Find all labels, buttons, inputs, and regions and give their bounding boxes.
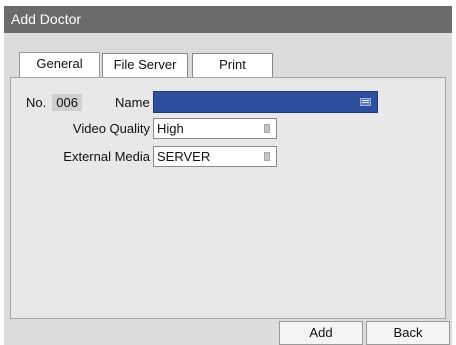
name-input-value [154, 94, 158, 109]
dropdown-icon [264, 124, 270, 133]
tab-file-server[interactable]: File Server [102, 53, 188, 77]
window-title: Add Doctor [4, 6, 452, 33]
back-button[interactable]: Back [366, 321, 450, 345]
external-media-row: External Media [4, 146, 150, 167]
keyboard-icon[interactable] [360, 98, 371, 106]
add-doctor-dialog: Add Doctor General File Server Print No.… [4, 6, 452, 345]
number-value: 006 [52, 93, 82, 111]
name-row: Name [115, 92, 150, 112]
video-quality-value: High [157, 121, 184, 136]
tab-print[interactable]: Print [192, 53, 273, 77]
number-label: No. [26, 94, 47, 110]
general-panel [10, 77, 446, 319]
external-media-label: External Media [63, 149, 150, 164]
video-quality-row: Video Quality [4, 118, 150, 139]
button-bar: Add Back [4, 319, 452, 345]
video-quality-select[interactable]: High [153, 118, 277, 139]
add-button[interactable]: Add [279, 321, 363, 345]
name-input[interactable] [153, 91, 378, 113]
tab-general[interactable]: General [19, 52, 100, 78]
number-row: No. 006 [26, 92, 82, 112]
dropdown-icon [264, 152, 270, 161]
video-quality-label: Video Quality [72, 121, 150, 136]
external-media-value: SERVER [157, 149, 211, 164]
name-label: Name [115, 94, 150, 110]
external-media-select[interactable]: SERVER [153, 146, 277, 167]
